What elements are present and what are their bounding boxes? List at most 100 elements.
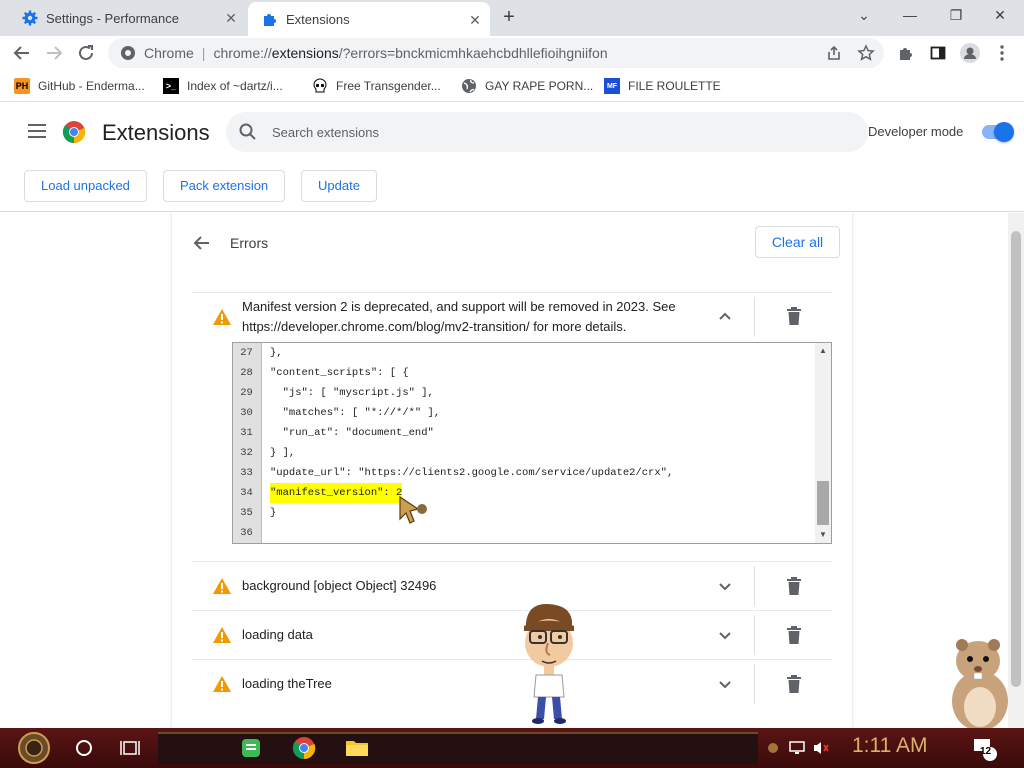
developer-mode-label: Developer mode <box>868 124 964 139</box>
code-text: }, <box>270 347 283 359</box>
scroll-up-icon[interactable]: ▲ <box>819 346 827 355</box>
tab-title: Settings - Performance <box>46 10 179 26</box>
highlighted-code-text: "manifest_version": 2 <box>270 483 403 503</box>
search-icon <box>239 123 256 140</box>
scroll-down-icon[interactable]: ▼ <box>819 530 827 539</box>
line-number: 28 <box>240 367 253 379</box>
new-tab-button[interactable]: + <box>498 6 520 28</box>
cursor-icon <box>399 495 427 524</box>
profile-avatar[interactable] <box>958 41 982 65</box>
side-panel-icon[interactable] <box>926 41 950 65</box>
code-line: 36 <box>233 523 270 543</box>
close-icon[interactable]: ✕ <box>466 11 484 29</box>
developer-mode-toggle[interactable] <box>982 122 1014 142</box>
reload-button[interactable] <box>74 41 98 65</box>
tab-extensions[interactable]: Extensions ✕ <box>248 2 490 36</box>
puzzle-icon[interactable] <box>894 41 918 65</box>
bookmark-item[interactable]: Free Transgender... <box>312 76 441 96</box>
chevron-down-icon[interactable] <box>716 577 734 595</box>
mf-icon: MF <box>604 78 620 94</box>
share-icon[interactable] <box>822 41 846 65</box>
code-scrollbar[interactable]: ▲ ▼ <box>815 343 831 543</box>
back-arrow-icon[interactable] <box>192 233 212 253</box>
chevron-up-icon[interactable] <box>716 308 734 326</box>
clear-all-button[interactable]: Clear all <box>755 226 840 258</box>
trash-icon[interactable] <box>786 626 802 644</box>
minimize-button[interactable]: — <box>896 4 924 26</box>
window-close-button[interactable]: ✕ <box>986 4 1014 26</box>
folder-app-icon[interactable] <box>342 732 372 764</box>
warning-icon <box>213 627 231 643</box>
hamburger-menu-icon[interactable] <box>28 124 46 138</box>
code-viewer[interactable]: 27}, 28 "content_scripts": [ {29 "js": [ "… <box>232 342 832 544</box>
line-number: 27 <box>240 347 253 359</box>
chrome-logo-icon <box>62 121 86 144</box>
code-line: 34 "manifest_version": 2 <box>233 483 403 503</box>
taskbar-clock[interactable]: 1:11 AM <box>852 734 928 758</box>
error-item[interactable]: loading data <box>192 610 832 659</box>
close-icon[interactable]: ✕ <box>222 9 240 27</box>
task-view-icon[interactable] <box>116 732 144 764</box>
volume-muted-icon[interactable] <box>810 732 832 764</box>
line-number: 34 <box>240 487 253 499</box>
tab-settings-performance[interactable]: Settings - Performance ✕ <box>8 0 246 36</box>
error-message: Manifest version 2 is deprecated, and su… <box>242 299 676 334</box>
bookmark-item[interactable]: MF FILE ROULETTE <box>604 76 721 96</box>
chrome-icon <box>121 46 135 60</box>
code-line: 28 "content_scripts": [ { <box>233 363 409 383</box>
scrollbar-thumb[interactable] <box>817 481 829 525</box>
error-item[interactable]: loading theTree <box>192 659 832 708</box>
skull-icon <box>312 78 328 94</box>
code-text: "content_scripts": [ { <box>270 367 409 379</box>
line-number: 31 <box>240 427 253 439</box>
chevron-down-icon[interactable] <box>716 626 734 644</box>
back-button[interactable] <box>10 41 34 65</box>
tab-title: Extensions <box>286 11 350 27</box>
pack-extension-button[interactable]: Pack extension <box>163 170 286 202</box>
star-icon[interactable] <box>854 41 878 65</box>
notes-app-icon[interactable] <box>236 732 266 764</box>
trash-icon[interactable] <box>786 675 802 693</box>
warning-icon <box>213 578 231 594</box>
bookmark-item[interactable]: PH GitHub - Enderma... <box>14 76 145 96</box>
update-button[interactable]: Update <box>301 170 377 202</box>
puzzle-icon <box>262 11 278 27</box>
menu-icon[interactable] <box>990 41 1014 65</box>
code-line: 33 "update_url": "https://clients2.google… <box>233 463 673 483</box>
main-content: Errors Clear all Manifest version 2 is d… <box>0 213 1024 728</box>
search-bar[interactable] <box>226 112 868 152</box>
trash-icon[interactable] <box>786 307 802 325</box>
divider <box>754 297 755 337</box>
chevron-down-icon[interactable] <box>716 675 734 693</box>
start-button[interactable] <box>10 732 58 764</box>
line-number: 33 <box>240 467 253 479</box>
gear-icon <box>22 10 38 26</box>
chrome-app-icon[interactable] <box>288 732 320 764</box>
restore-button[interactable]: ❐ <box>942 4 970 26</box>
address-bar[interactable]: Chrome | chrome://extensions/?errors=bnc… <box>108 38 884 68</box>
bookmark-item[interactable]: >_ Index of ~dartz/i... <box>163 76 283 96</box>
chevron-down-icon[interactable]: ⌄ <box>850 4 878 26</box>
notification-center-icon[interactable]: 12 <box>970 732 1000 764</box>
error-item[interactable]: background [object Object] 32496 <box>192 561 832 610</box>
tab-strip: Settings - Performance ✕ Extensions ✕ + … <box>0 0 1024 36</box>
code-text: "js": [ "myscript.js" ], <box>270 387 434 399</box>
code-line: 31 "run_at": "document_end" <box>233 423 434 443</box>
forward-button[interactable] <box>42 41 66 65</box>
search-input[interactable] <box>272 124 832 140</box>
trash-icon[interactable] <box>786 577 802 595</box>
scrollbar-thumb[interactable] <box>1011 231 1021 687</box>
globe-icon <box>461 78 477 94</box>
ph-icon: PH <box>14 78 30 94</box>
errors-heading: Errors <box>230 235 269 251</box>
browser-toolbar: Chrome | chrome://extensions/?errors=bnc… <box>0 36 1024 70</box>
tray-overflow-icon[interactable] <box>764 732 782 764</box>
bookmark-item[interactable]: GAY RAPE PORN... <box>461 76 593 96</box>
search-circle-icon[interactable] <box>70 732 98 764</box>
network-icon[interactable] <box>786 732 808 764</box>
site-chip: Chrome <box>144 45 194 61</box>
bookmark-label: Free Transgender... <box>336 79 441 93</box>
code-line: 30 "matches": [ "*://*/*" ], <box>233 403 440 423</box>
extensions-header: Extensions Developer mode Load unpacked … <box>0 102 1024 212</box>
load-unpacked-button[interactable]: Load unpacked <box>24 170 147 202</box>
